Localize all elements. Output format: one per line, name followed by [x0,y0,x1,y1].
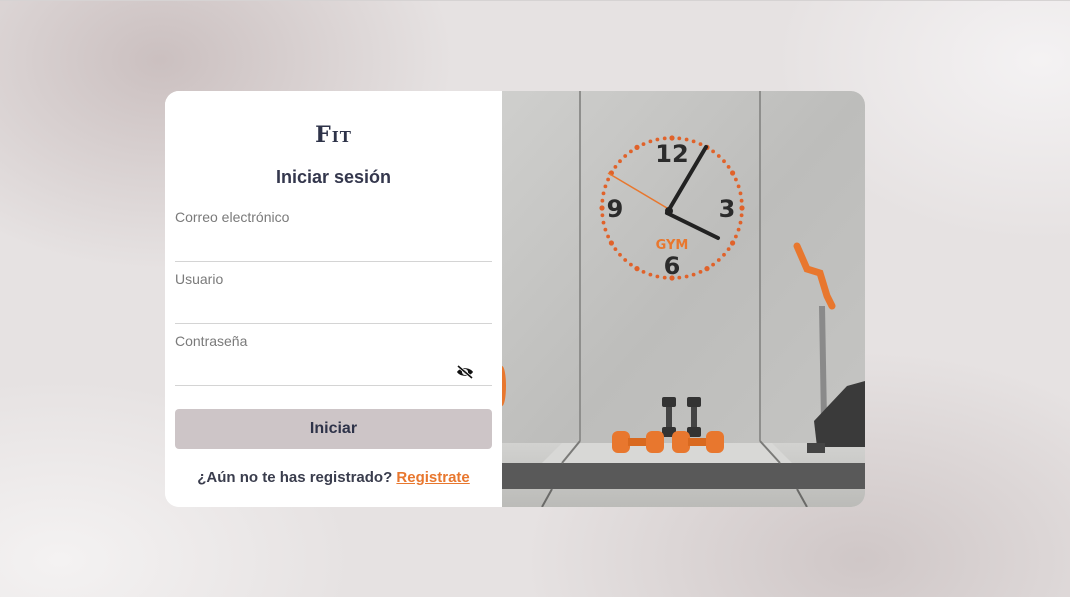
clock-tick [691,272,696,277]
clock-tick [648,272,653,277]
login-form-panel: Fit Iniciar sesión Correo electrónico Us… [165,91,502,507]
email-label: Correo electrónico [175,209,290,225]
clock-tick [600,213,605,218]
gym-hero-image: 12 3 6 9 GYM [502,91,865,507]
clock-tick [722,252,726,257]
username-field: Usuario [175,271,492,324]
eye-slash-icon[interactable] [456,364,474,380]
clock-tick [698,142,703,146]
page-title: Iniciar sesión [275,167,392,187]
clock-tick [739,198,744,203]
clock-tick [629,262,633,267]
clock-tick [634,266,640,272]
clock-tick [641,142,646,146]
clock-tick [623,154,628,158]
clock-tick [601,191,606,196]
clock-tick [601,220,606,225]
clock-tick [618,252,622,257]
clock-tick [634,144,640,150]
clock-tick [603,184,608,189]
clock-tick [684,274,689,279]
clock-tick [613,247,618,252]
clock-tick [603,227,608,232]
clock-tick [606,177,610,182]
clock-tick [736,227,741,232]
clock-tick [716,258,721,262]
login-card: Fit Iniciar sesión Correo electrónico Us… [165,91,865,507]
clock-tick [736,184,741,189]
clock-tick [613,165,618,169]
clock-tick [711,149,715,154]
clock-tick [608,240,614,246]
username-label: Usuario [175,271,224,287]
clock-tick [711,262,715,267]
username-input[interactable] [175,297,459,321]
signup-prompt: ¿Aún no te has registrado? Registrate [165,469,502,486]
email-field: Correo electrónico [175,209,492,262]
clock-tick [738,220,743,225]
brand-logo: Fit [315,122,352,148]
clock-tick [722,159,726,164]
clock-tick [730,240,736,246]
clock-tick [730,170,736,176]
clock-tick [648,139,653,144]
clock-tick [739,205,745,211]
clock-tick [691,139,696,144]
clock-tick [618,159,622,164]
clock-tick [629,149,633,154]
clock-tick [599,205,605,211]
clock-tick [716,154,721,158]
clock-tick [704,266,710,272]
password-field: Contraseña [175,333,492,386]
clock-tick [739,213,744,218]
clock-tick [726,165,731,169]
clock-tick [641,270,646,274]
login-button[interactable]: Iniciar [175,409,492,449]
clock-tick [600,198,605,203]
clock-tick [623,258,628,262]
clock-tick [734,234,738,239]
clock-tick [734,177,738,182]
password-label: Contraseña [175,333,248,349]
clock-tick [698,270,703,274]
clock-number-3: 3 [719,195,736,223]
clock-tick [726,247,731,252]
password-input[interactable] [175,359,459,383]
clock-number-12: 12 [655,140,688,168]
clock-tick [606,234,610,239]
top-border [0,0,1070,1]
clock-logo: GYM [656,238,689,253]
signup-prompt-text: ¿Aún no te has registrado? [197,469,393,486]
clock-number-9: 9 [607,195,624,223]
signup-link[interactable]: Registrate [396,469,469,486]
clock-number-6: 6 [664,252,681,280]
clock-tick [655,274,660,279]
email-input[interactable] [175,235,459,259]
clock-tick [738,191,743,196]
